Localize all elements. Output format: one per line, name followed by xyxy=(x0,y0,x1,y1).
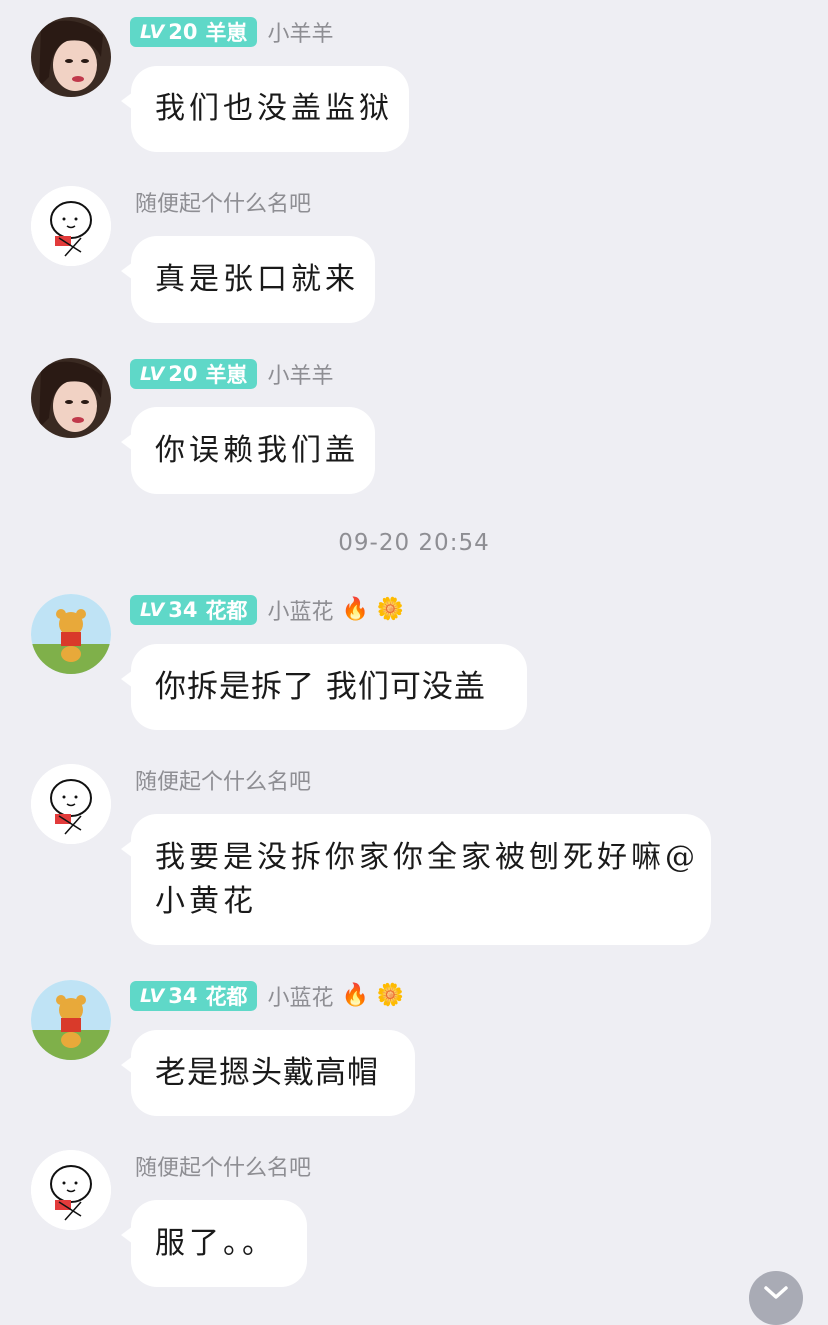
flower-icon: 🌼 xyxy=(376,597,405,622)
sender-meta: 随便起个什么名吧 xyxy=(135,185,311,219)
avatar[interactable] xyxy=(31,594,111,674)
level-badge: LV 20 羊崽 xyxy=(130,359,258,389)
scroll-to-bottom-button[interactable] xyxy=(749,1271,803,1325)
avatar[interactable] xyxy=(31,764,111,844)
avatar[interactable] xyxy=(31,1150,111,1230)
sender-meta: 随便起个什么名吧 xyxy=(135,1149,311,1183)
flower-icon: 🌼 xyxy=(376,983,405,1008)
avatar[interactable] xyxy=(31,358,111,438)
message-bubble[interactable]: 服了。。 xyxy=(121,1200,307,1287)
fire-icon: 🔥 xyxy=(341,597,369,622)
message-bubble[interactable]: 老是摁头戴高帽 xyxy=(121,1030,415,1116)
chevron-down-icon xyxy=(764,1286,788,1299)
sender-meta: LV 20 羊崽 小羊羊 xyxy=(130,357,333,391)
level-badge: LV 34 花都 xyxy=(130,595,258,625)
message-text: 老是摁头戴高帽 xyxy=(155,1055,379,1091)
fire-icon: 🔥 xyxy=(341,983,369,1008)
chat-timestamp: 09-20 20:54 xyxy=(338,530,490,556)
message-bubble[interactable]: 你拆是拆了 我们可没盖 xyxy=(121,644,527,730)
sender-meta: 随便起个什么名吧 xyxy=(135,763,311,797)
message-bubble[interactable]: 我要是没拆你家你全家被刨死好嘛@ 小黄花 xyxy=(121,814,711,945)
avatar[interactable] xyxy=(31,17,111,97)
sender-name[interactable]: 随便起个什么名吧 xyxy=(135,764,311,796)
avatar[interactable] xyxy=(31,186,111,266)
message-bubble[interactable]: 真是张口就来 xyxy=(121,236,375,323)
message-text: 你误赖我们盖 xyxy=(155,432,359,468)
message-text: 你拆是拆了 我们可没盖 xyxy=(155,669,486,705)
sender-meta: LV 34 花都 小蓝花 🔥 🌼 xyxy=(130,979,404,1013)
sender-meta: LV 34 花都 小蓝花 🔥 🌼 xyxy=(130,593,404,627)
message-text: 我要是没拆你家你全家被刨死好嘛@ xyxy=(155,839,699,875)
message-bubble[interactable]: 我们也没盖监狱 xyxy=(121,66,409,152)
level-badge: LV 20 羊崽 xyxy=(130,17,258,47)
sender-name[interactable]: 小蓝花 xyxy=(267,980,333,1012)
message-text: 小黄花 xyxy=(155,883,257,919)
sender-name[interactable]: 小羊羊 xyxy=(267,16,333,48)
message-bubble[interactable]: 你误赖我们盖 xyxy=(121,407,375,494)
sender-name[interactable]: 随便起个什么名吧 xyxy=(135,186,311,218)
sender-meta: LV 20 羊崽 小羊羊 xyxy=(130,15,333,49)
sender-name[interactable]: 小羊羊 xyxy=(267,358,333,390)
avatar[interactable] xyxy=(31,980,111,1060)
sender-name[interactable]: 随便起个什么名吧 xyxy=(135,1150,311,1182)
sender-name[interactable]: 小蓝花 xyxy=(267,594,333,626)
level-badge: LV 34 花都 xyxy=(130,981,258,1011)
message-text: 我们也没盖监狱 xyxy=(155,91,393,126)
message-text: 真是张口就来 xyxy=(155,261,359,297)
message-text: 服了。。 xyxy=(155,1225,276,1261)
